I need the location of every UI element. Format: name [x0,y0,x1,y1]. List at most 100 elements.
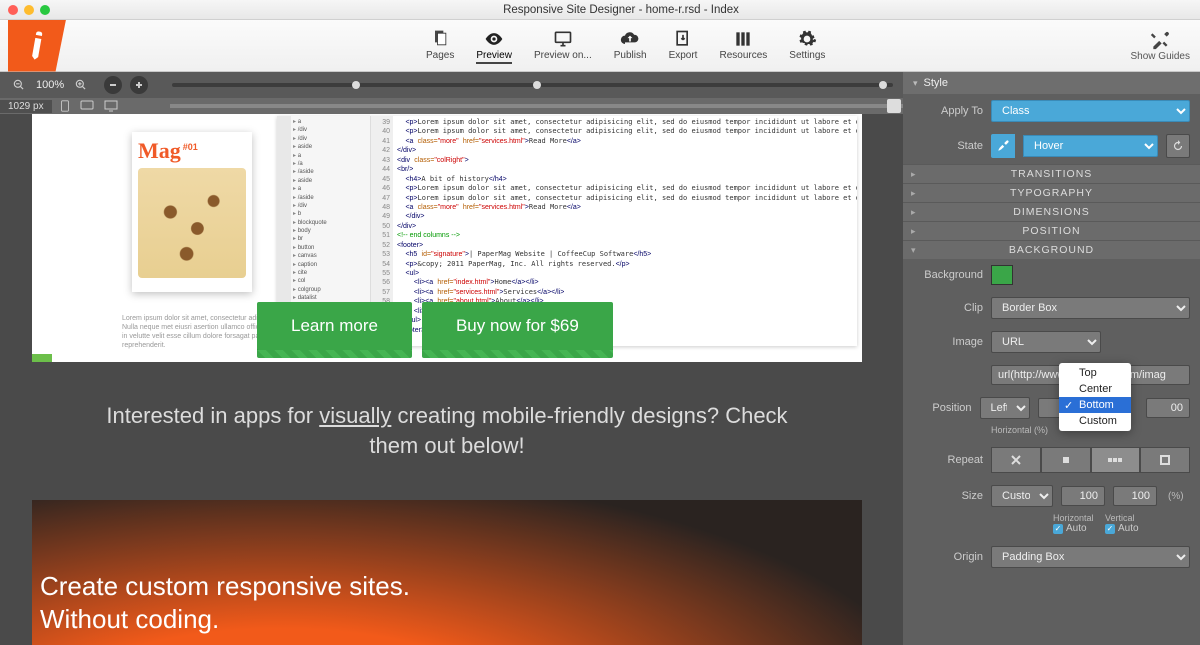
position-label: Position [913,402,972,414]
show-guides-button[interactable]: Show Guides [1131,29,1190,62]
ruler-track[interactable] [170,104,903,108]
repeat-both-button[interactable] [1041,447,1091,473]
tagline-link[interactable]: visually [319,403,391,428]
accordion-position[interactable]: ▸POSITION [903,221,1200,240]
origin-select[interactable]: Padding Box [991,546,1190,568]
apply-to-select[interactable]: Class [991,100,1190,122]
repeat-label: Repeat [913,454,983,466]
cloud-upload-icon [618,28,642,50]
size-v-value[interactable] [1113,486,1157,506]
desktop-icon[interactable] [104,100,118,112]
position-h-select[interactable]: Left [980,397,1030,419]
resources-button[interactable]: Resources [719,28,767,64]
repeat-y-button[interactable] [1140,447,1190,473]
preview-on-button[interactable]: Preview on... [534,28,592,64]
hero-section: Mag#01 Lorem ipsum dolor sit amet, conse… [32,114,862,354]
books-icon [731,28,755,50]
pages-icon [428,28,452,50]
zoom-in-button[interactable] [72,76,90,94]
cta-row: Learn more Buy now for $69 [257,302,613,358]
giraffe-image [138,168,246,278]
size-select[interactable]: Custom [991,485,1053,507]
repeat-group [991,447,1190,473]
headline-band: Create custom responsive sites. Without … [32,500,862,645]
publish-button[interactable]: Publish [614,28,647,64]
image-type-select[interactable]: URL [991,331,1101,353]
window-controls [8,5,50,15]
monitor-icon [551,28,575,50]
clip-select[interactable]: Border Box [991,297,1190,319]
phone-portrait-icon[interactable] [60,100,70,112]
breakpoint-slider[interactable] [172,83,893,87]
size-label: Size [913,490,983,502]
state-select[interactable]: Hover [1023,135,1158,157]
image-label: Image [913,336,983,348]
accordion-typography[interactable]: ▸TYPOGRAPHY [903,183,1200,202]
main-toolbar: Pages Preview Preview on... Publish Expo… [0,20,1200,72]
position-v-dropdown[interactable]: Top Center Bottom Custom [1059,363,1131,431]
dropdown-option-custom[interactable]: Custom [1059,413,1131,429]
app-logo[interactable] [8,20,66,72]
settings-button[interactable]: Settings [789,28,825,64]
magazine-title: Mag [138,138,181,163]
size-h-caption: Horizontal [1053,513,1101,523]
cta-label: Learn more [291,316,378,335]
remove-breakpoint-button[interactable] [104,76,122,94]
tagline-text: Interested in apps for visually creating… [87,401,807,460]
add-breakpoint-button[interactable] [130,76,148,94]
size-h-auto-checkbox[interactable]: ✓Auto [1053,523,1101,534]
clip-label: Clip [913,302,983,314]
toolbar-label: Settings [789,50,825,61]
toolbar-label: Publish [614,50,647,61]
toolbar-buttons: Pages Preview Preview on... Publish Expo… [426,28,825,64]
preview-button[interactable]: Preview [476,28,512,64]
toolbar-label: Show Guides [1131,51,1190,62]
zoom-icon[interactable] [40,5,50,15]
zoom-out-button[interactable] [10,76,28,94]
repeat-x-button[interactable] [1091,447,1141,473]
section-title: Style [924,77,948,89]
size-v-auto-checkbox[interactable]: ✓Auto [1105,523,1153,534]
eye-icon [482,28,506,50]
style-panel-header[interactable]: ▾Style [903,72,1200,94]
titlebar: Responsive Site Designer - home-r.rsd - … [0,0,1200,20]
minimize-icon[interactable] [24,5,34,15]
close-icon[interactable] [8,5,18,15]
background-color-swatch[interactable] [991,265,1013,285]
reset-state-button[interactable] [1166,134,1190,158]
phone-landscape-icon[interactable] [80,100,94,112]
dropdown-option-center[interactable]: Center [1059,381,1131,397]
repeat-none-button[interactable] [991,447,1041,473]
dropdown-option-bottom[interactable]: Bottom [1059,397,1131,413]
toolbar-label: Preview on... [534,50,592,61]
headline-line2: Without coding. [40,603,862,636]
pages-button[interactable]: Pages [426,28,454,64]
accordion-dimensions[interactable]: ▸DIMENSIONS [903,202,1200,221]
export-icon [671,28,695,50]
origin-label: Origin [913,551,983,563]
apply-to-label: Apply To [913,105,983,117]
export-button[interactable]: Export [669,28,698,64]
size-v-caption: Vertical [1105,513,1153,523]
learn-more-button[interactable]: Learn more [257,302,412,350]
page-canvas[interactable]: Mag#01 Lorem ipsum dolor sit amet, conse… [32,114,862,645]
zoom-value: 100% [36,79,64,91]
buy-now-button[interactable]: Buy now for $69 [422,302,613,350]
accordion-transitions[interactable]: ▸TRANSITIONS [903,164,1200,183]
gear-icon [795,28,819,50]
cta-stripe [257,350,412,358]
cta-stripe [422,350,613,358]
magazine-card: Mag#01 [132,132,252,292]
ruler-handle[interactable] [887,99,901,113]
toolbar-label: Export [669,50,698,61]
tools-icon [1148,29,1172,51]
position-v-value[interactable] [1146,398,1190,418]
accordion-background[interactable]: ▾BACKGROUND [903,240,1200,259]
canvas-area: Mag#01 Lorem ipsum dolor sit amet, conse… [0,114,903,645]
toolbar-label: Preview [476,50,512,61]
viewport-width-label: 1029 px [0,100,52,113]
size-h-value[interactable] [1061,486,1105,506]
state-label: State [913,140,983,152]
style-panel: ▾Style Apply To Class State Hover ▸TRANS… [903,72,1200,645]
dropdown-option-top[interactable]: Top [1059,365,1131,381]
